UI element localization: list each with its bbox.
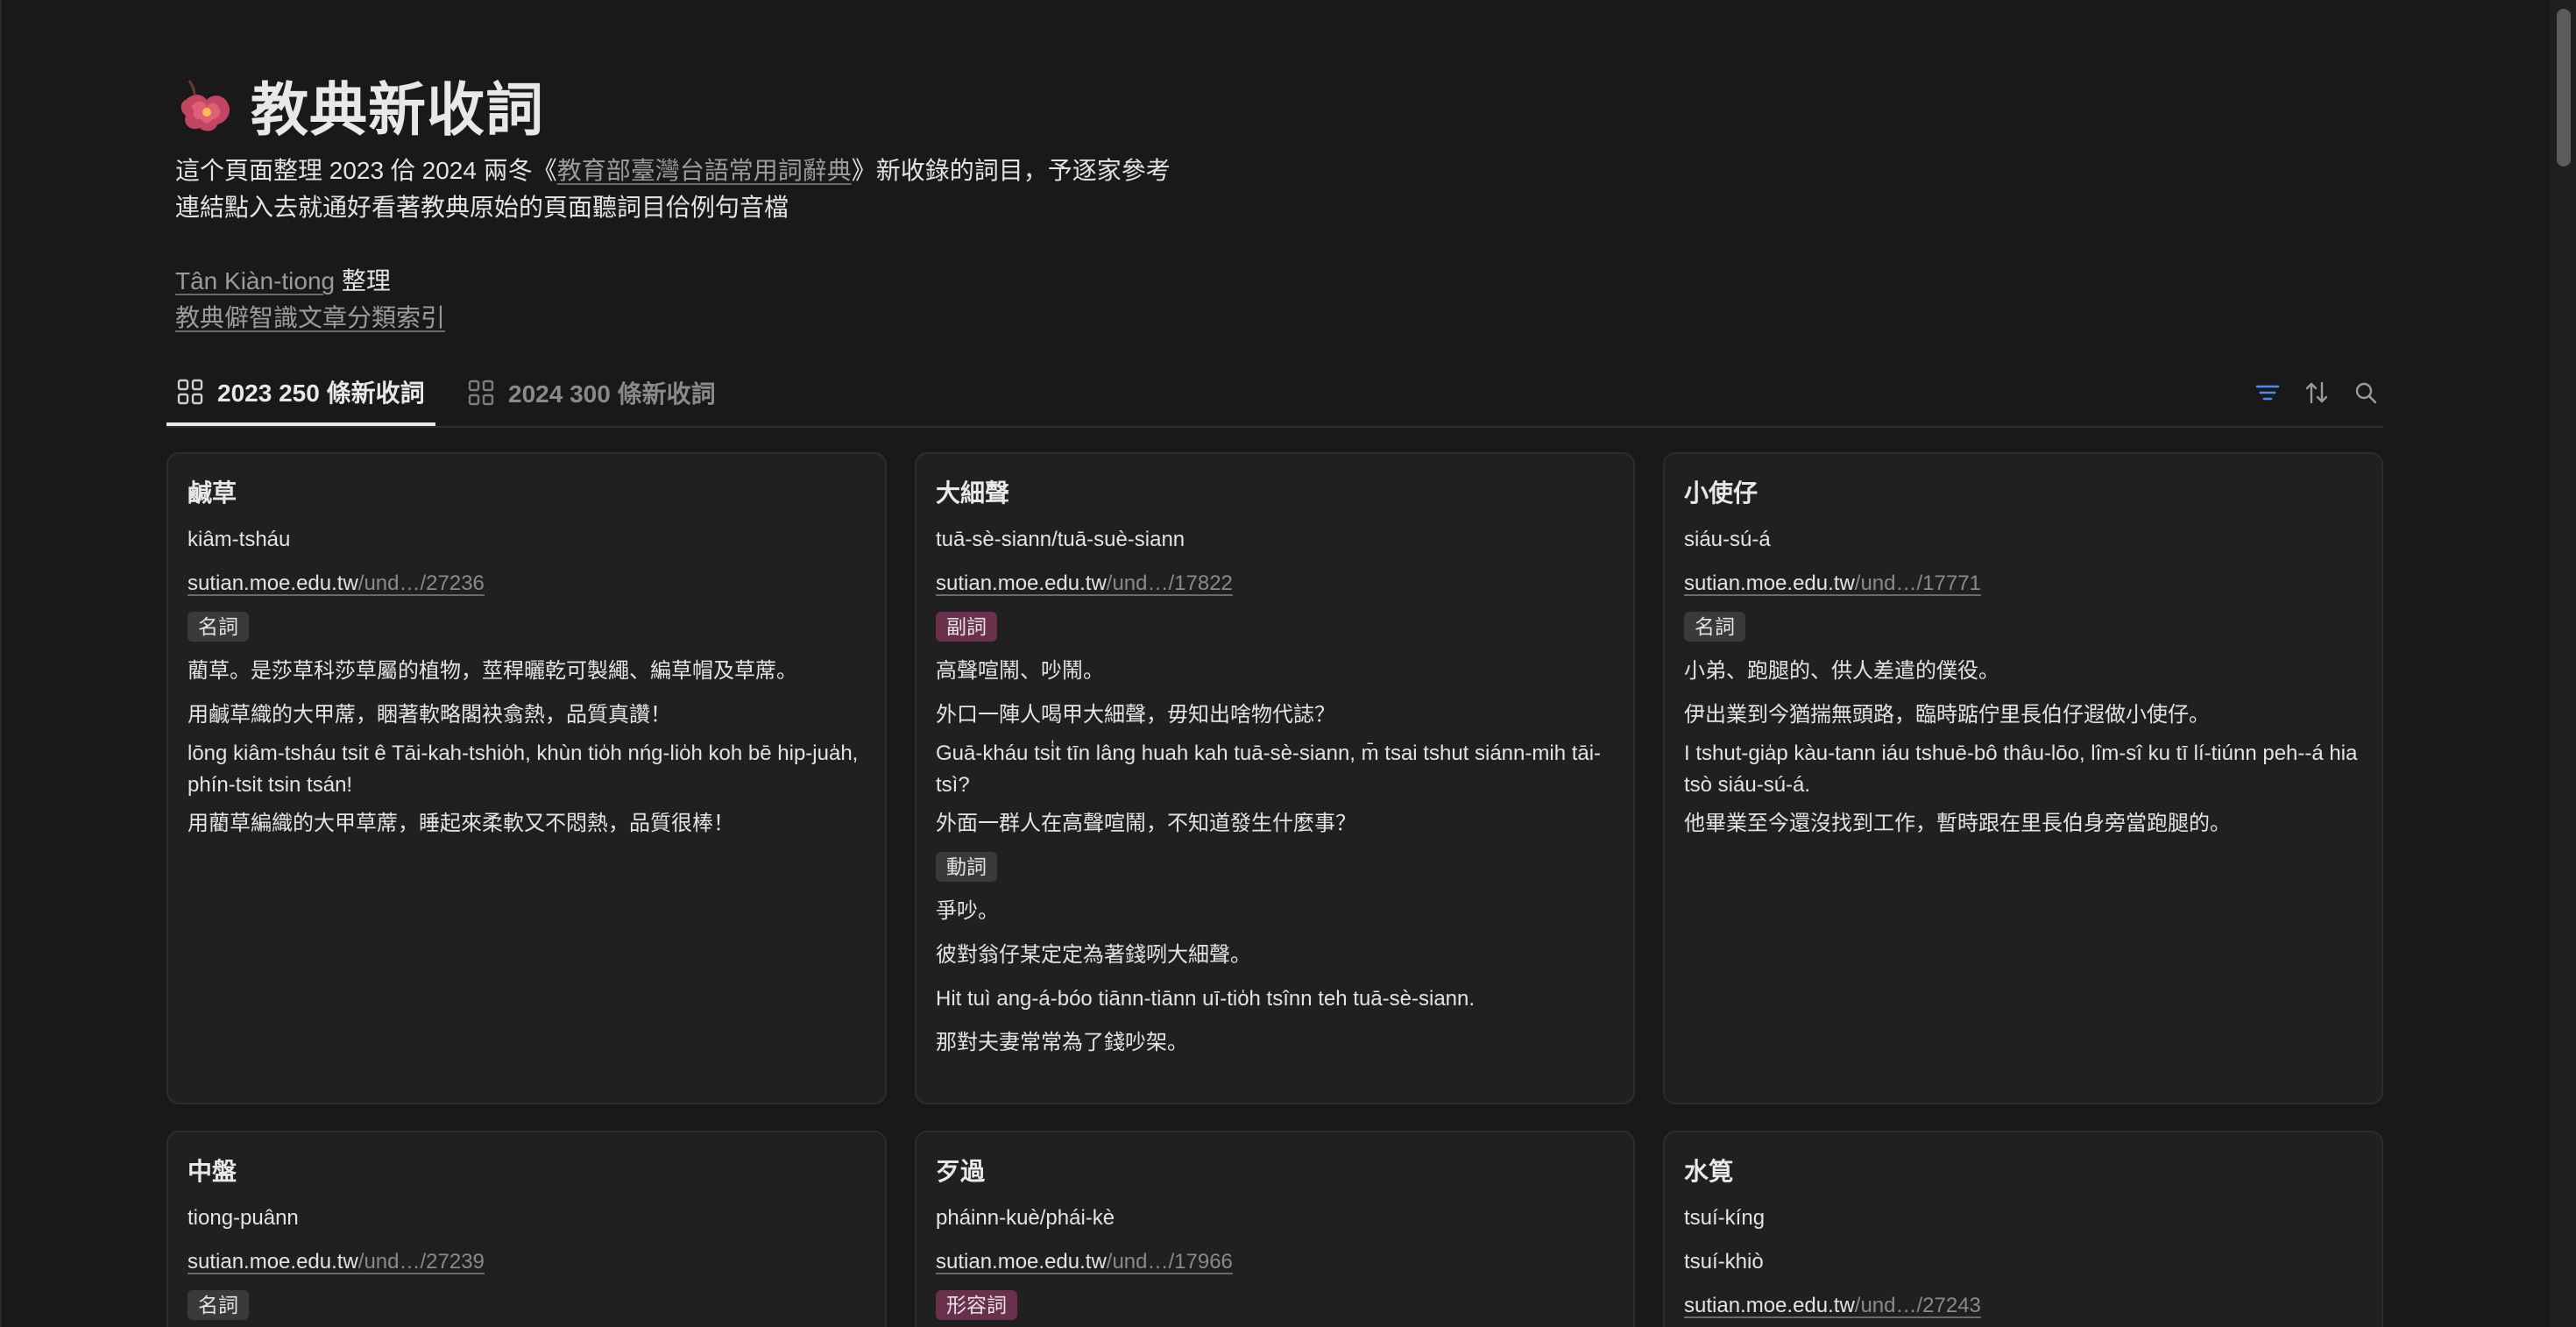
card-title: 水筧 bbox=[1684, 1158, 1734, 1185]
view-toolbar bbox=[2236, 361, 2383, 424]
example-mandarin: 他畢業至今還沒找到工作，暫時跟在里長伯身旁當跑腿的。 bbox=[1684, 812, 2231, 835]
tab-label: 2024 300 條新收詞 bbox=[508, 380, 716, 408]
dictionary-url[interactable]: sutian.moe.edu.tw/und…/27243 bbox=[1684, 1290, 2362, 1322]
gallery-card[interactable]: 鹹草 kiâm-tsháu sutian.moe.edu.tw/und…/272… bbox=[166, 452, 887, 1104]
sort-icon bbox=[2305, 381, 2328, 404]
url-domain: sutian.moe.edu.tw bbox=[1684, 571, 1855, 595]
page-header: 教典新收詞 這个頁面整理 2023 佮 2024 兩冬《教育部臺灣台語常用詞辭典… bbox=[175, 63, 1752, 337]
plum-blossom-icon[interactable] bbox=[175, 74, 238, 137]
pos-tag: 副詞 bbox=[936, 612, 997, 642]
tab-2023[interactable]: 2023 250 條新收詞 bbox=[166, 361, 435, 426]
sort-button[interactable] bbox=[2299, 375, 2334, 410]
filter-button[interactable] bbox=[2250, 375, 2285, 410]
url-domain: sutian.moe.edu.tw bbox=[936, 571, 1107, 595]
gallery-card[interactable]: 大細聲 tuā-sè-siann/tuā-suè-siann sutian.mo… bbox=[915, 452, 1635, 1104]
url-domain: sutian.moe.edu.tw bbox=[936, 1250, 1107, 1274]
tab-label: 2023 250 條新收詞 bbox=[217, 380, 425, 407]
url-domain: sutian.moe.edu.tw bbox=[1684, 1294, 1855, 1317]
gallery-icon bbox=[177, 379, 203, 405]
url-path: /und…/17771 bbox=[1854, 571, 1981, 595]
romanization: pháinn-kuè/phái-kè bbox=[936, 1206, 1115, 1230]
romanization: tsuí-kíng bbox=[1684, 1206, 1766, 1230]
description-text: 》新收錄的詞目，予逐家參考 bbox=[851, 157, 1171, 184]
romanization-alt: tsuí-khiò bbox=[1684, 1250, 1764, 1274]
url-domain: sutian.moe.edu.tw bbox=[188, 571, 358, 595]
example-taigi: 用鹹草織的大甲蓆，睏著軟略閣袂翕熱，品質真讚！ bbox=[188, 703, 671, 727]
description-line-2: 連結點入去就通好看著教典原始的頁面聽詞目佮例句音檔 bbox=[175, 194, 789, 221]
example-mandarin: 外面一群人在高聲喧鬧，不知道發生什麼事？ bbox=[936, 812, 1356, 835]
window-edge bbox=[0, 0, 2, 1327]
definition: 小弟、跑腿的、供人差遣的僕役。 bbox=[1684, 659, 1999, 683]
romanization: tiong-puânn bbox=[188, 1206, 299, 1230]
tab-2024[interactable]: 2024 300 條新收詞 bbox=[457, 361, 726, 424]
example-mandarin: 那對夫妻常常為了錢吵架。 bbox=[936, 1031, 1188, 1054]
author-link[interactable]: Tân Kiàn-tiong bbox=[175, 267, 335, 294]
url-domain: sutian.moe.edu.tw bbox=[188, 1250, 358, 1274]
url-path: /und…/17966 bbox=[1106, 1250, 1233, 1274]
title-row: 教典新收詞 bbox=[175, 63, 1752, 147]
example-taigi: 外口一陣人喝甲大細聲，毋知出啥物代誌？ bbox=[936, 703, 1335, 727]
definition: 高聲喧鬧、吵鬧。 bbox=[936, 659, 1104, 683]
card-title: 中盤 bbox=[188, 1158, 237, 1185]
dictionary-url[interactable]: sutian.moe.edu.tw/und…/17771 bbox=[1684, 568, 2362, 600]
credits: Tân Kiàn-tiong 整理 教典僻智識文章分類索引 bbox=[175, 263, 1752, 337]
description-line-1: 這个頁面整理 2023 佮 2024 兩冬《教育部臺灣台語常用詞辭典》新收錄的詞… bbox=[175, 153, 1752, 189]
pos-tag: 名詞 bbox=[1684, 612, 1745, 642]
example-romanization: I tshut-gia̍p kàu-tann iáu tshuē-bô thâu… bbox=[1684, 742, 2358, 797]
example-taigi: 伊出業到今猶揣無頭路，臨時踮佇里長伯仔遐做小使仔。 bbox=[1684, 703, 2210, 727]
gallery-card[interactable]: 小使仔 siáu-sú-á sutian.moe.edu.tw/und…/177… bbox=[1663, 452, 2383, 1104]
article-index-link[interactable]: 教典僻智識文章分類索引 bbox=[175, 304, 445, 331]
card-title: 鹹草 bbox=[188, 479, 237, 507]
filter-icon bbox=[2255, 385, 2280, 401]
romanization: siáu-sú-á bbox=[1684, 528, 1771, 551]
dictionary-url[interactable]: sutian.moe.edu.tw/und…/17822 bbox=[936, 568, 1614, 600]
card-title: 歹過 bbox=[936, 1158, 986, 1185]
example-romanization: Guā-kháu tsi̍t tīn lâng huah kah tuā-sè-… bbox=[936, 742, 1602, 797]
scrollbar[interactable] bbox=[2550, 0, 2576, 1327]
example-mandarin: 用藺草編織的大甲草蓆，睡起來柔軟又不悶熱，品質很棒！ bbox=[188, 812, 734, 835]
notion-page: 教典新收詞 這个頁面整理 2023 佮 2024 兩冬《教育部臺灣台語常用詞辭典… bbox=[0, 0, 2576, 1327]
scrollbar-thumb[interactable] bbox=[2557, 9, 2571, 167]
url-path: /und…/27243 bbox=[1854, 1294, 1981, 1317]
example-romanization: Hit tuì ang-á-bóo tiānn-tiānn uī-tio̍h t… bbox=[936, 987, 1476, 1011]
example-taigi: 彼對翁仔某定定為著錢咧大細聲。 bbox=[936, 943, 1251, 967]
gallery-card[interactable]: 歹過 pháinn-kuè/phái-kè sutian.moe.edu.tw/… bbox=[915, 1131, 1635, 1327]
url-path: /und…/27239 bbox=[357, 1250, 485, 1274]
romanization: kiâm-tsháu bbox=[188, 528, 291, 551]
dictionary-url[interactable]: sutian.moe.edu.tw/und…/27236 bbox=[188, 568, 866, 600]
card-title: 小使仔 bbox=[1684, 479, 1759, 507]
database-view-tabs: 2023 250 條新收詞 2024 300 條新收詞 bbox=[166, 361, 2383, 428]
romanization: tuā-sè-siann/tuā-suè-siann bbox=[936, 528, 1185, 551]
page-title: 教典新收詞 bbox=[251, 77, 544, 142]
page-description: 這个頁面整理 2023 佮 2024 兩冬《教育部臺灣台語常用詞辭典》新收錄的詞… bbox=[175, 153, 1752, 226]
gallery-card[interactable]: 水筧 tsuí-kíng tsuí-khiò sutian.moe.edu.tw… bbox=[1663, 1131, 2383, 1327]
definition: 藺草。是莎草科莎草屬的植物，莖稈曬乾可製繩、編草帽及草蓆。 bbox=[188, 659, 797, 683]
pos-tag: 形容詞 bbox=[936, 1290, 1017, 1320]
card-title: 大細聲 bbox=[936, 479, 1010, 507]
dictionary-link[interactable]: 教育部臺灣台語常用詞辭典 bbox=[557, 157, 852, 184]
url-path: /und…/27236 bbox=[357, 571, 485, 595]
pos-tag: 名詞 bbox=[188, 612, 249, 642]
example-romanization: lōng kiâm-tsháu tsit ê Tāi-kah-tshio̍h, … bbox=[188, 742, 859, 797]
search-button[interactable] bbox=[2348, 375, 2383, 410]
gallery-card[interactable]: 中盤 tiong-puânn sutian.moe.edu.tw/und…/27… bbox=[166, 1131, 887, 1327]
dictionary-url[interactable]: sutian.moe.edu.tw/und…/27239 bbox=[188, 1246, 866, 1278]
author-suffix: 整理 bbox=[335, 267, 391, 294]
pos-tag: 名詞 bbox=[188, 1290, 249, 1320]
gallery-icon bbox=[468, 380, 494, 406]
search-icon bbox=[2355, 382, 2377, 404]
pos-tag: 動詞 bbox=[936, 852, 997, 882]
dictionary-url[interactable]: sutian.moe.edu.tw/und…/17966 bbox=[936, 1246, 1614, 1278]
description-text: 這个頁面整理 2023 佮 2024 兩冬《 bbox=[175, 157, 557, 184]
url-path: /und…/17822 bbox=[1106, 571, 1233, 595]
definition: 爭吵。 bbox=[936, 899, 999, 923]
